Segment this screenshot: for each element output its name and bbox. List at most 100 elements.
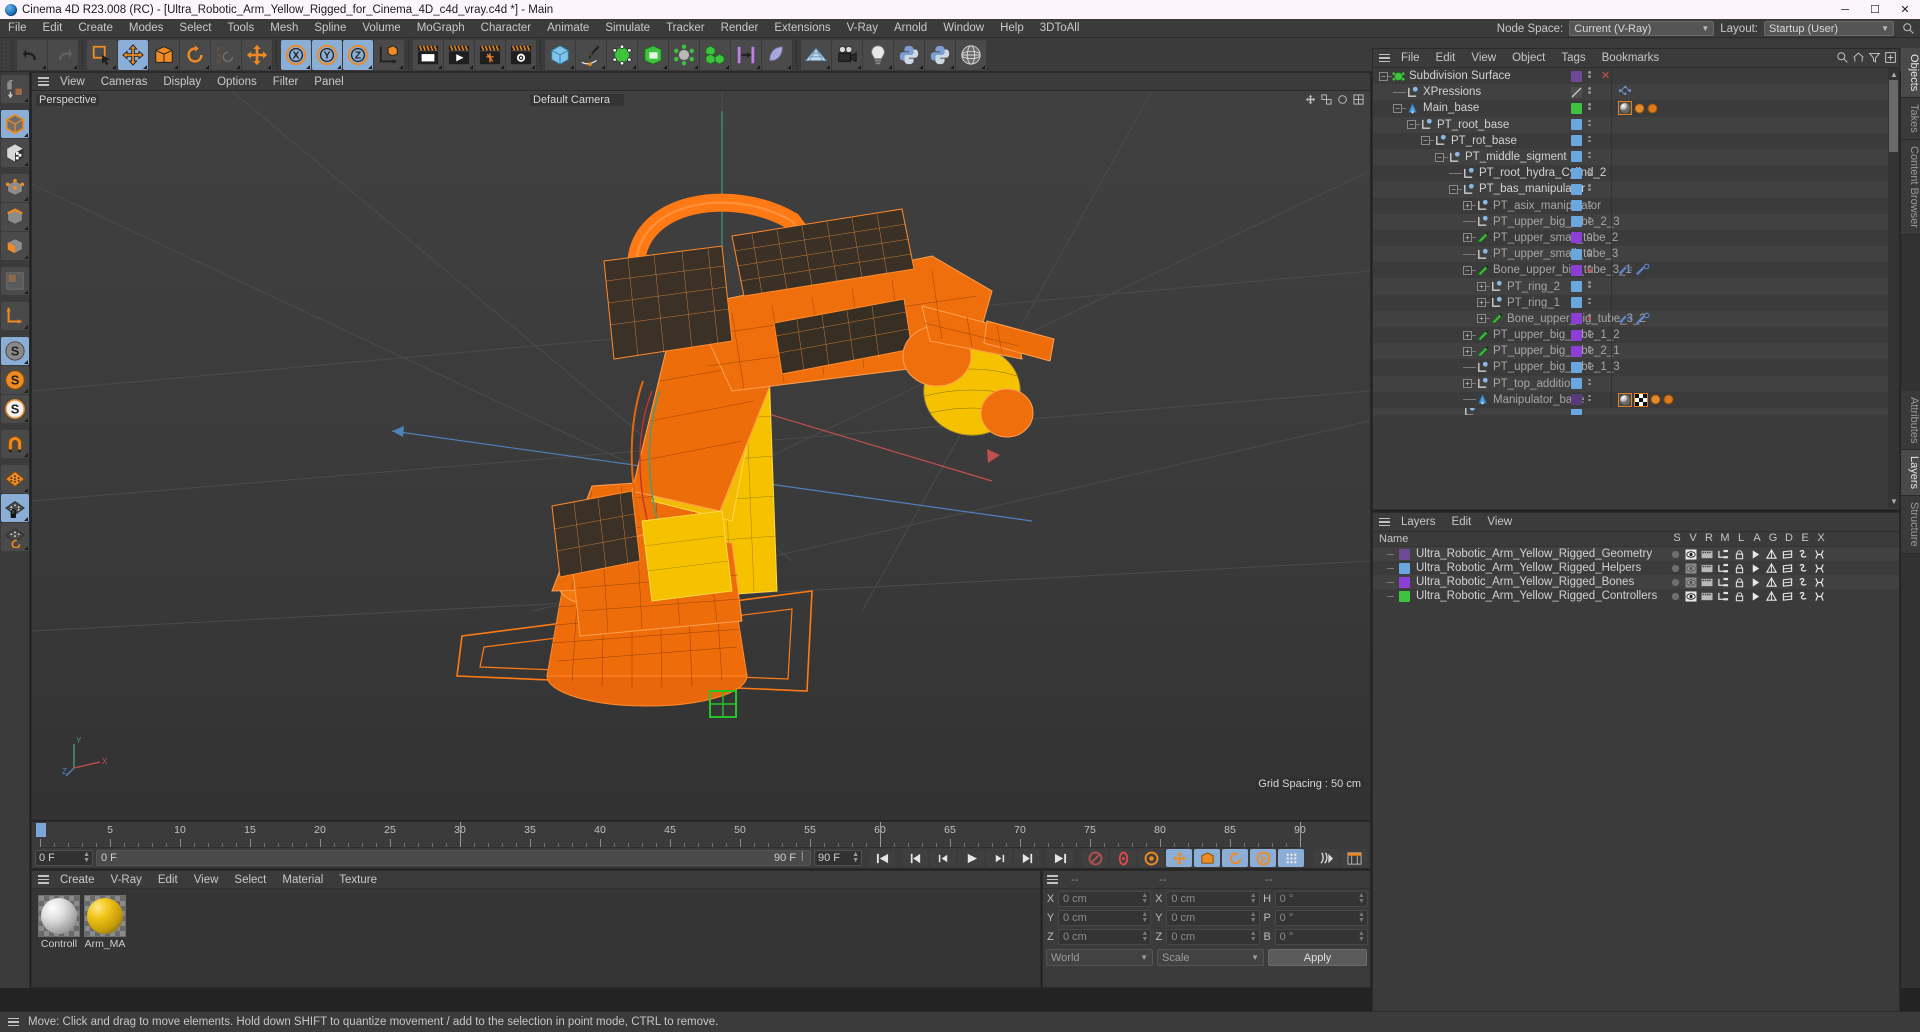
play-icon[interactable]: [958, 849, 984, 867]
object-visibility-dots[interactable]: [1588, 184, 1591, 191]
spinner-icon[interactable]: ▲ ▼: [1358, 911, 1365, 924]
spinner-icon[interactable]: ▲ ▼: [1250, 930, 1257, 943]
spinner-icon[interactable]: ▲ ▼: [1141, 911, 1148, 924]
close-button[interactable]: ✕: [1890, 0, 1920, 19]
spinner-icon[interactable]: ▲ ▼: [1358, 892, 1365, 905]
right-tab-attributes[interactable]: Attributes: [1901, 390, 1920, 451]
apply-button[interactable]: Apply: [1268, 949, 1367, 966]
right-tab-objects[interactable]: Objects: [1901, 48, 1920, 99]
layer-color-chip[interactable]: [1571, 200, 1582, 211]
object-row[interactable]: + PT_top_addition: [1373, 375, 1899, 392]
layer-menu-icon[interactable]: [1375, 513, 1393, 531]
layer-color-swatch[interactable]: [1399, 562, 1410, 574]
timeline-icon[interactable]: [1341, 849, 1367, 867]
manager-icon[interactable]: [1715, 576, 1731, 588]
layer-color-chip[interactable]: [1571, 264, 1582, 276]
deformers-icon[interactable]: [1779, 590, 1795, 602]
expressions-icon[interactable]: [1795, 548, 1811, 560]
viewport-menu-cameras[interactable]: Cameras: [93, 73, 156, 91]
menu-item-render[interactable]: Render: [713, 19, 767, 38]
coordinates-menu-icon[interactable]: [1043, 871, 1061, 889]
tree-expander[interactable]: −: [1463, 265, 1472, 275]
object-row[interactable]: XPressions: [1373, 84, 1899, 101]
document-end-field[interactable]: 90 F ▲ ▼: [814, 850, 862, 866]
object-visibility-dots[interactable]: [1588, 200, 1591, 207]
viewport-3d[interactable]: Perspective Default Camera Grid Spacing …: [32, 91, 1370, 820]
object-visibility-dots[interactable]: [1588, 168, 1591, 175]
viewport-scale-icon[interactable]: [1321, 94, 1332, 108]
vray-tag[interactable]: [1634, 103, 1645, 117]
position-x-field[interactable]: 0 cm ▲ ▼: [1058, 890, 1152, 907]
menu-item-select[interactable]: Select: [171, 19, 219, 38]
viewport-rotate-icon[interactable]: [1337, 94, 1348, 108]
object-row[interactable]: + PT_ring_2: [1373, 278, 1899, 295]
right-tab-takes[interactable]: Takes: [1901, 98, 1920, 141]
object-visibility-dots[interactable]: [1588, 71, 1591, 78]
manager-icon[interactable]: [1715, 548, 1731, 560]
edge-mode-icon[interactable]: [1, 203, 29, 231]
animation-play-icon[interactable]: [1747, 590, 1763, 602]
object-row[interactable]: − Subdivision Surface ✕: [1373, 68, 1899, 85]
filter-icon[interactable]: [1868, 51, 1881, 67]
layer-color-chip[interactable]: [1571, 151, 1582, 163]
node-space-dropdown[interactable]: Current (V-Ray) ▼: [1569, 21, 1715, 36]
layer-color-chip[interactable]: [1571, 248, 1582, 260]
expressions-icon[interactable]: [1795, 562, 1811, 574]
keyframe-selection-icon[interactable]: [1138, 849, 1164, 867]
object-visibility-dots[interactable]: [1588, 232, 1591, 240]
layer-menu-layers[interactable]: Layers: [1393, 513, 1444, 532]
object-visibility-dots[interactable]: [1588, 346, 1591, 353]
menu-item-create[interactable]: Create: [70, 19, 121, 38]
object-visibility-dots[interactable]: [1588, 265, 1591, 272]
menu-item-arnold[interactable]: Arnold: [886, 19, 935, 38]
rotation-h-field[interactable]: 0 ° ▲ ▼: [1274, 890, 1368, 907]
generators-icon[interactable]: [1763, 576, 1779, 588]
position-y-field[interactable]: 0 cm ▲ ▼: [1058, 909, 1152, 926]
quantize-icon[interactable]: S: [1, 395, 29, 423]
scene-object-icon[interactable]: [762, 39, 792, 70]
object-visibility-dots[interactable]: [1588, 151, 1591, 159]
generators-icon[interactable]: [1763, 590, 1779, 602]
object-row[interactable]: − PT_root_base: [1373, 116, 1899, 133]
workplane-icon[interactable]: [1, 465, 29, 493]
point-mode-icon[interactable]: [1, 174, 29, 202]
menu-item-v-ray[interactable]: V-Ray: [839, 19, 886, 38]
rotate-tool-icon[interactable]: [180, 39, 210, 70]
spinner-icon[interactable]: ▲ ▼: [1250, 892, 1257, 905]
material-thumbnail[interactable]: [84, 895, 126, 937]
search-icon[interactable]: [1836, 51, 1849, 67]
object-menu-bookmarks[interactable]: Bookmarks: [1594, 49, 1668, 68]
visibility-eye-icon[interactable]: [1683, 548, 1699, 560]
scale-key-icon[interactable]: [1194, 849, 1220, 867]
animation-play-icon[interactable]: [1747, 548, 1763, 560]
tree-expander[interactable]: −: [1407, 120, 1416, 130]
material-item[interactable]: Arm_MA: [84, 895, 126, 981]
render-film-icon[interactable]: [1699, 548, 1715, 560]
object-visibility-dots[interactable]: [1588, 330, 1591, 337]
object-row[interactable]: PT_upper_small_tube_3: [1373, 246, 1899, 263]
material-menu-view[interactable]: View: [186, 871, 227, 889]
solo-dot-icon[interactable]: [1667, 576, 1683, 588]
tree-expander[interactable]: +: [1463, 201, 1472, 211]
tree-expander[interactable]: −: [1435, 152, 1444, 162]
layer-color-chip[interactable]: [1571, 102, 1582, 114]
viewport-menu-options[interactable]: Options: [209, 73, 265, 91]
current-frame-field[interactable]: 0 F ▲ ▼: [35, 850, 93, 866]
home-icon[interactable]: [1852, 51, 1865, 67]
tree-expander[interactable]: −: [1393, 103, 1402, 113]
mograph-icon[interactable]: [700, 39, 730, 70]
spinner-icon[interactable]: ▲ ▼: [83, 851, 90, 864]
object-row[interactable]: PT_upper_big_tube_2_3: [1373, 213, 1899, 230]
texture-mode-icon[interactable]: [1, 139, 29, 167]
layer-color-chip[interactable]: [1571, 329, 1582, 341]
floor-environment-icon[interactable]: [801, 39, 831, 70]
object-row[interactable]: − PT_middle_sigment: [1373, 148, 1899, 166]
object-row[interactable]: Manipulator_base: [1373, 391, 1899, 408]
viewport-menu-view[interactable]: View: [52, 73, 93, 91]
snap-settings-icon[interactable]: S: [1, 366, 29, 394]
world-object-coord-icon[interactable]: [374, 39, 404, 70]
layout-dropdown[interactable]: Startup (User) ▼: [1764, 21, 1894, 36]
animation-play-icon[interactable]: [1747, 576, 1763, 588]
generators-icon[interactable]: [1763, 548, 1779, 560]
lock-icon[interactable]: [1731, 548, 1747, 560]
